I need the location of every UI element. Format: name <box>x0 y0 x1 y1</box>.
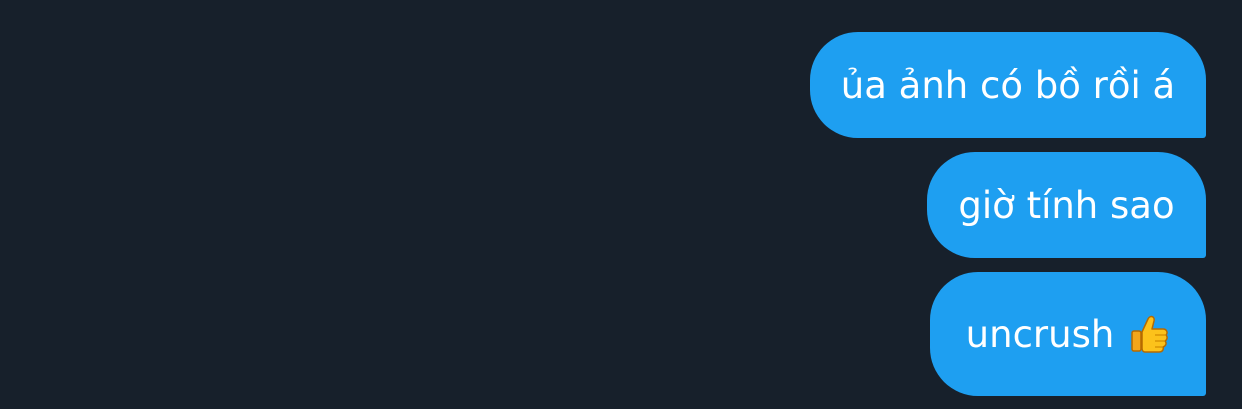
sent-message-bubble[interactable]: uncrush <box>930 272 1206 396</box>
message-text: ủa ảnh có bồ rồi á <box>840 63 1176 107</box>
message-text: uncrush <box>965 312 1115 356</box>
message-text: giờ tính sao <box>958 183 1175 227</box>
message-list: ủa ảnh có bồ rồi á giờ tính sao uncrush <box>810 32 1206 396</box>
sent-message-bubble[interactable]: giờ tính sao <box>927 152 1206 258</box>
thumbs-up-icon <box>1128 313 1170 355</box>
sent-message-bubble[interactable]: ủa ảnh có bồ rồi á <box>810 32 1206 138</box>
